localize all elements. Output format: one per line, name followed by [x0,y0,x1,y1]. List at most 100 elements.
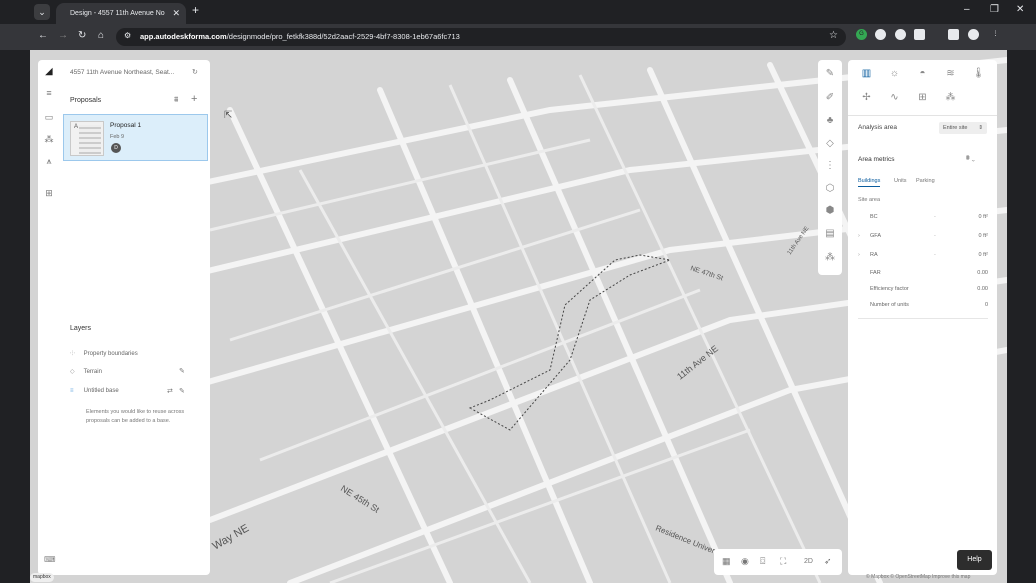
chevron-right-icon[interactable]: › [858,252,860,258]
tab-search-button[interactable]: ⌄ [34,4,50,20]
browser-tab-strip: ⌄ Design - 4557 11th Avenue No ✕ + – ❐ ✕ [0,0,1036,24]
metric-label: RA [870,252,878,258]
tab-buildings[interactable]: Buildings [858,178,881,187]
terrain-icon: ◇ [70,369,75,375]
proposals-heading: Proposals [70,97,102,104]
metric-row[interactable]: › GFA - 0 ft² [858,233,988,243]
metric-value: 0.00 [977,286,988,292]
help-button[interactable]: Help [957,550,992,570]
temperature-icon[interactable]: 🌡 [972,67,985,80]
volume-icon[interactable]: ⬢ [824,205,836,217]
tab-title: Design - 4557 11th Avenue No [70,10,165,17]
edit-icon[interactable]: ✎ [179,367,185,375]
section-icon[interactable]: ⋮ [824,160,836,172]
forma-logo-icon[interactable]: ◢ [44,66,54,76]
compass-icon[interactable]: ➶ [824,556,832,567]
back-button[interactable]: ← [38,30,48,41]
sun-icon[interactable]: ☼ [888,67,901,80]
address-bar[interactable]: ⚙ app.autodeskforma.com/designmode/pro_f… [116,28,846,46]
blocks-icon[interactable]: ⁂ [824,252,836,264]
mapbox-logo[interactable]: mapbox [30,573,54,582]
metric-value: 0 ft² [978,214,988,220]
map-attribution[interactable]: © Mapbox © OpenStreetMap Improve this ma… [866,574,970,580]
ruler-icon[interactable]: ✐ [824,92,836,104]
sidepanel-icon[interactable] [948,29,959,40]
metric-label: Efficiency factor [870,286,909,292]
extension-icon[interactable]: G [856,29,867,40]
daylight-icon[interactable]: ◓ [916,67,929,80]
keyboard-icon[interactable]: ⌨ [44,555,56,564]
eye-icon[interactable]: ◉ [741,556,749,567]
metric-target: - [934,233,936,239]
restore-button[interactable]: ❐ [990,4,999,15]
operational-energy-icon[interactable]: ⁂ [944,91,957,104]
site-title: 4557 11th Avenue Northeast, Seat... [70,69,175,76]
reload-button[interactable]: ↻ [78,30,86,41]
analysis-area-select[interactable]: Entire site ⇕ [939,122,987,134]
metric-target: - [934,252,936,258]
wind-icon[interactable]: ≋ [944,67,957,80]
avatar: D [111,143,121,153]
camera-icon[interactable]: ⌼ [760,556,765,567]
window-close-button[interactable]: ✕ [1016,4,1024,15]
url-text: app.autodeskforma.com/designmode/pro_fet… [140,32,460,41]
library-icon[interactable]: ▭ [44,112,54,122]
analysis-area-label: Analysis area [858,124,898,131]
metric-target: - [934,214,936,220]
proposal-card[interactable]: A Proposal 1 Feb 9 D [63,114,208,161]
star-icon[interactable]: ☆ [829,30,838,41]
menu-icon[interactable]: ≡ [44,88,54,98]
close-icon[interactable]: ✕ [172,3,180,24]
pencil-icon[interactable]: ✎ [824,68,836,80]
home-button[interactable]: ⌂ [98,30,104,41]
2d-toggle[interactable]: 2D [804,558,813,565]
area-metrics-heading: Area metrics [858,156,895,163]
kebab-menu-icon[interactable]: ⋮ [990,29,1001,40]
profile-icon[interactable] [968,29,979,40]
cubes-icon[interactable]: ⁂ [44,134,54,144]
metric-row[interactable]: › RA - 0 ft² [858,252,988,262]
site-info-icon[interactable]: ⚙ [124,31,131,40]
noise-icon[interactable]: ∿ [888,91,901,104]
microclimate-icon[interactable]: ✢ [860,91,873,104]
extensions-icon[interactable]: ⊞ [44,188,54,198]
tab-units[interactable]: Units [894,178,907,184]
layer-property-boundaries[interactable]: ⸭ Property boundaries [70,349,138,357]
extensions-puzzle-icon[interactable] [914,29,925,40]
forward-button[interactable]: → [58,30,68,41]
metric-value: 0 [984,302,988,308]
chevron-updown-icon: ⇕ [978,125,983,131]
metrics-settings-icon[interactable]: ⩩ ⌄ [966,155,975,163]
floorplan-icon[interactable]: ▦ [722,556,731,567]
new-tab-button[interactable]: + [192,3,199,17]
base-icon: ≡ [70,388,74,394]
swap-icon[interactable]: ⇄ [167,387,173,395]
site-area-label: Site area [858,197,881,203]
add-proposal-button[interactable]: + [191,93,197,105]
filter-icon[interactable]: ⩩ [174,95,178,105]
fit-view-icon[interactable]: ⛶ [780,556,786,567]
minimize-button[interactable]: – [964,4,970,15]
tree-icon[interactable]: ♣ [824,115,836,127]
extension-icon[interactable] [875,29,886,40]
edit-site-icon[interactable]: ↻ [192,68,198,76]
left-panel: 4557 11th Avenue Northeast, Seat... ↻ Pr… [60,60,210,575]
left-rail: ◢ ≡ ▭ ⁂ ⩚ ⊞ [38,60,60,575]
solar-energy-icon[interactable]: ⊞ [916,91,929,104]
design-tools-toolbar: ✎ ✐ ♣ ◇ ⋮ ⬡ ⬢ ▤ ⁂ [818,60,842,275]
edit-icon[interactable]: ✎ [179,387,185,395]
layer-untitled-base[interactable]: ≡ Untitled base [70,388,119,394]
metric-label: Number of units [870,302,909,308]
layer-terrain[interactable]: ◇ Terrain [70,368,102,375]
building-icon[interactable]: ⬡ [824,183,836,195]
people-icon[interactable]: ⩚ [44,156,54,166]
chevron-right-icon[interactable]: › [858,233,860,239]
extension-icon[interactable] [895,29,906,40]
zone-icon[interactable]: ◇ [824,138,836,150]
area-metrics-icon[interactable]: ▥ [860,67,873,80]
road-icon[interactable]: ▤ [824,228,836,240]
metric-row: BC - 0 ft² [858,214,988,224]
browser-tab[interactable]: Design - 4557 11th Avenue No ✕ [56,3,186,24]
proposal-name: Proposal 1 [110,122,142,129]
tab-parking[interactable]: Parking [916,178,935,184]
